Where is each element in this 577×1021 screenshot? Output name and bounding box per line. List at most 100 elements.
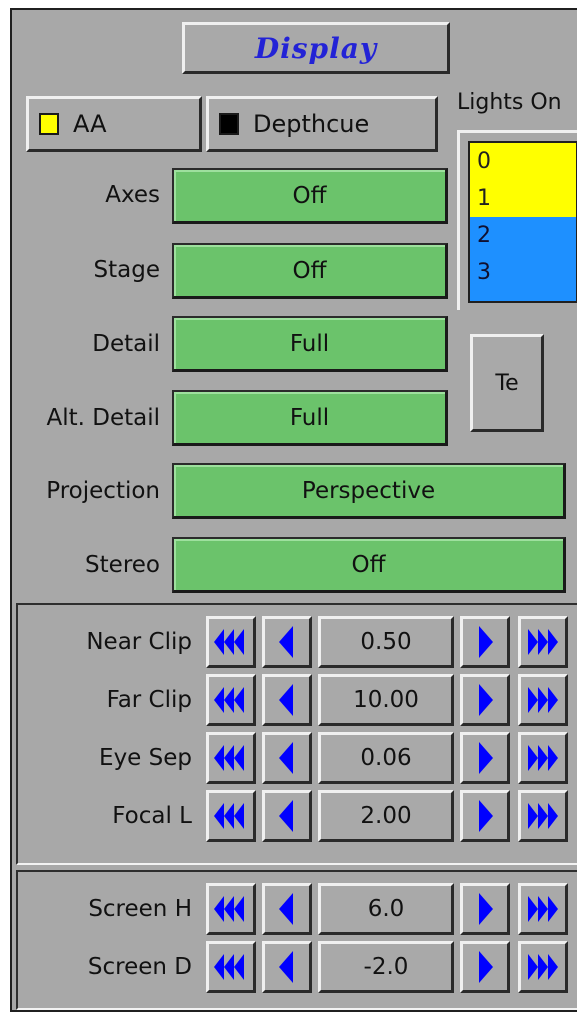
step-right-icon [466,619,504,665]
step-right-icon [466,677,504,723]
alt-detail-selector[interactable]: Full [172,390,448,446]
fast-forward-icon [524,619,562,665]
light-item-label: 3 [477,260,491,285]
detail-label: Detail [92,331,160,357]
stereo-value: Off [351,551,386,578]
aa-toggle-button[interactable]: AA [26,96,202,152]
clip-row-label: Near Clip [86,629,192,655]
clip-fast-increment-button[interactable] [518,616,568,668]
stereo-selector[interactable]: Off [172,537,566,593]
detail-value: Full [289,330,330,357]
screen-row-label: Screen H [88,896,192,922]
axes-label: Axes [105,182,160,208]
aa-indicator-icon [39,113,59,135]
screen-decrement-button[interactable] [262,883,312,935]
light-item-label: 2 [477,223,491,248]
clip-increment-button[interactable] [460,674,510,726]
clip-value-field[interactable]: 0.06 [318,732,454,784]
axes-selector[interactable]: Off [172,168,448,224]
clip-row-label: Far Clip [106,687,192,713]
lights-list-frame: 0 1 2 3 [457,130,577,310]
step-left-icon [268,886,306,932]
alt-detail-label: Alt. Detail [46,405,160,431]
fast-rewind-icon [212,677,250,723]
clip-row-label: Focal L [112,803,192,829]
screen-value-field[interactable]: -2.0 [318,941,454,993]
light-item-3[interactable]: 3 [470,254,576,291]
lights-on-label: Lights On [457,90,562,115]
clip-decrement-button[interactable] [262,616,312,668]
fast-forward-icon [524,677,562,723]
fast-forward-icon [524,793,562,839]
clip-value: 10.00 [353,687,419,713]
clip-increment-button[interactable] [460,732,510,784]
axes-value: Off [292,182,327,209]
step-left-icon [268,944,306,990]
alt-detail-value: Full [289,404,330,431]
screen-increment-button[interactable] [460,883,510,935]
te-button-label: Te [495,370,519,396]
stage-label: Stage [93,257,160,283]
clip-fast-decrement-button[interactable] [206,674,256,726]
step-left-icon [268,793,306,839]
fast-rewind-icon [212,793,250,839]
screen-decrement-button[interactable] [262,941,312,993]
clip-increment-button[interactable] [460,790,510,842]
screen-fast-decrement-button[interactable] [206,941,256,993]
lights-list[interactable]: 0 1 2 3 [468,141,577,303]
screen-fast-decrement-button[interactable] [206,883,256,935]
step-right-icon [466,944,504,990]
display-title-label: Display [254,31,378,65]
clip-increment-button[interactable] [460,616,510,668]
clip-value-field[interactable]: 10.00 [318,674,454,726]
light-item-label: 0 [477,149,491,174]
projection-label: Projection [46,478,160,504]
stereo-label: Stereo [85,552,160,578]
screen-value: -2.0 [363,954,409,980]
projection-value: Perspective [301,477,436,504]
fast-forward-icon [524,886,562,932]
fast-rewind-icon [212,735,250,781]
stage-selector[interactable]: Off [172,243,448,299]
detail-selector[interactable]: Full [172,316,448,372]
step-left-icon [268,619,306,665]
clip-fast-decrement-button[interactable] [206,732,256,784]
screen-row-label: Screen D [87,954,192,980]
screen-value: 6.0 [367,896,405,922]
fast-forward-icon [524,735,562,781]
clip-row-label: Eye Sep [99,745,192,771]
step-right-icon [466,793,504,839]
depthcue-toggle-button[interactable]: Depthcue [206,96,438,152]
screen-fast-increment-button[interactable] [518,883,568,935]
screen-increment-button[interactable] [460,941,510,993]
step-left-icon [268,677,306,723]
te-button[interactable]: Te [470,334,544,432]
clip-fast-decrement-button[interactable] [206,616,256,668]
clip-fast-decrement-button[interactable] [206,790,256,842]
light-item-1[interactable]: 1 [470,180,576,217]
clip-value-field[interactable]: 2.00 [318,790,454,842]
clip-fast-increment-button[interactable] [518,790,568,842]
clip-fast-increment-button[interactable] [518,732,568,784]
light-item-0[interactable]: 0 [470,143,576,180]
aa-label: AA [73,110,107,138]
clip-value: 2.00 [360,803,412,829]
display-panel: Display AA Depthcue Lights On 0 1 2 3 Te… [10,8,577,1012]
clip-decrement-button[interactable] [262,790,312,842]
display-title-button[interactable]: Display [182,22,450,74]
clip-decrement-button[interactable] [262,674,312,726]
screen-fast-increment-button[interactable] [518,941,568,993]
fast-rewind-icon [212,619,250,665]
light-item-2[interactable]: 2 [470,217,576,254]
step-left-icon [268,735,306,781]
clip-fast-increment-button[interactable] [518,674,568,726]
projection-selector[interactable]: Perspective [172,463,566,519]
step-right-icon [466,886,504,932]
clip-decrement-button[interactable] [262,732,312,784]
clip-value-field[interactable]: 0.50 [318,616,454,668]
fast-rewind-icon [212,944,250,990]
step-right-icon [466,735,504,781]
clip-value: 0.50 [360,629,412,655]
stage-value: Off [292,257,327,284]
screen-value-field[interactable]: 6.0 [318,883,454,935]
